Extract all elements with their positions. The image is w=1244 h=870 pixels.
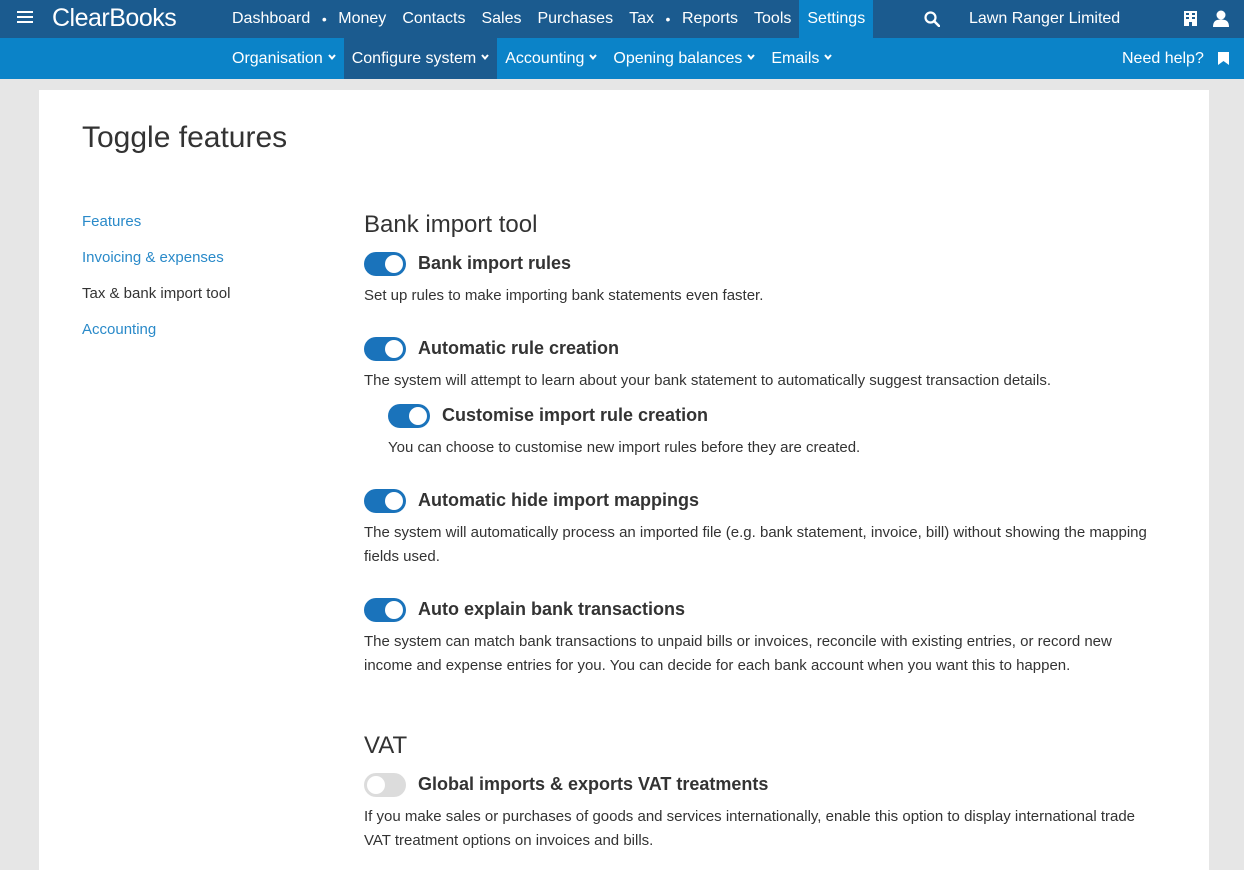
page-title: Toggle features: [82, 121, 288, 154]
feature-description: Set up rules to make importing bank stat…: [364, 287, 764, 304]
subnav-accounting[interactable]: Accounting: [497, 38, 605, 79]
user-icon[interactable]: [1213, 10, 1229, 27]
settings-subnav: Organisation Configure system Accounting…: [224, 38, 840, 79]
feature-title: Bank import rules: [418, 253, 572, 273]
feature-title: Customise import rule creation: [442, 405, 709, 425]
feature-categories-nav: Features Invoicing & expenses Tax & bank…: [82, 212, 322, 356]
toggle-switch[interactable]: [364, 598, 406, 622]
clearbooks-logo[interactable]: ClearBooks: [52, 4, 177, 33]
nav-money[interactable]: Money: [330, 0, 394, 38]
top-navigation-bar: ClearBooks Dashboard • Money Contacts Sa…: [0, 0, 1244, 38]
toggle-switch[interactable]: [364, 489, 406, 513]
feature-description: The system will automatically process an…: [364, 524, 1147, 565]
toggle-switch[interactable]: [388, 404, 430, 428]
chevron-down-icon: [824, 54, 833, 61]
toggle-switch[interactable]: [364, 773, 406, 797]
feature-description: You can choose to customise new import r…: [388, 439, 861, 456]
main-nav: Dashboard • Money Contacts Sales Purchas…: [224, 0, 874, 38]
menu-icon[interactable]: [17, 11, 33, 25]
nav-settings[interactable]: Settings: [799, 0, 874, 38]
feature-automatic-hide-import-mappings: Automatic hide import mappings The syste…: [364, 487, 1154, 565]
nav-tax[interactable]: Tax: [621, 0, 662, 38]
subnav-organisation[interactable]: Organisation: [224, 38, 344, 79]
sidebar-item-tax-bank-import[interactable]: Tax & bank import tool: [82, 284, 322, 320]
feature-title: Automatic hide import mappings: [418, 490, 700, 510]
need-help-link[interactable]: Need help?: [1122, 38, 1204, 80]
chevron-down-icon: [747, 54, 756, 61]
settings-subnav-bar: Organisation Configure system Accounting…: [0, 38, 1244, 79]
subnav-opening-balances[interactable]: Opening balances: [605, 38, 763, 79]
settings-card: Toggle features Features Invoicing & exp…: [39, 90, 1209, 870]
nav-separator-dot: •: [665, 11, 671, 27]
feature-automatic-rule-creation: Automatic rule creation The system will …: [364, 335, 1154, 389]
subnav-configure-system[interactable]: Configure system: [343, 38, 498, 79]
nav-contacts[interactable]: Contacts: [394, 0, 473, 38]
toggle-switch[interactable]: [364, 337, 406, 361]
chevron-down-icon: [589, 54, 598, 61]
search-icon[interactable]: [924, 11, 940, 27]
nav-separator-dot: •: [321, 11, 327, 27]
subnav-label: Opening balances: [613, 50, 743, 67]
subnav-emails[interactable]: Emails: [763, 38, 840, 79]
sidebar-item-features[interactable]: Features: [82, 212, 322, 248]
feature-description: The system can match bank transactions t…: [364, 633, 1112, 674]
bookmark-icon[interactable]: [1218, 52, 1229, 65]
nav-tools[interactable]: Tools: [746, 0, 799, 38]
sidebar-item-invoicing-expenses[interactable]: Invoicing & expenses: [82, 248, 322, 284]
feature-auto-explain-bank-transactions: Auto explain bank transactions The syste…: [364, 596, 1154, 674]
feature-description: If you make sales or purchases of goods …: [364, 808, 1136, 849]
feature-description: The system will attempt to learn about y…: [364, 372, 1052, 389]
building-icon[interactable]: [1184, 11, 1197, 26]
feature-customise-import-rule-creation: Customise import rule creation You can c…: [388, 402, 1154, 456]
section-title-bank-import: Bank import tool: [364, 211, 538, 238]
feature-title: Automatic rule creation: [418, 338, 620, 358]
section-title-vat: VAT: [364, 732, 408, 759]
nav-sales[interactable]: Sales: [473, 0, 529, 38]
feature-global-imports-exports-vat: Global imports & exports VAT treatments …: [364, 771, 1154, 849]
feature-title: Global imports & exports VAT treatments: [418, 774, 769, 794]
subnav-label: Configure system: [351, 50, 477, 67]
nav-reports[interactable]: Reports: [674, 0, 746, 38]
subnav-label: Organisation: [232, 50, 323, 67]
sidebar-item-accounting[interactable]: Accounting: [82, 320, 322, 356]
chevron-down-icon: [481, 54, 489, 61]
toggle-switch[interactable]: [364, 252, 406, 276]
feature-title: Auto explain bank transactions: [418, 599, 686, 619]
chevron-down-icon: [327, 54, 336, 61]
nav-purchases[interactable]: Purchases: [529, 0, 621, 38]
nav-dashboard[interactable]: Dashboard: [224, 0, 318, 38]
subnav-label: Emails: [771, 50, 820, 67]
subnav-label: Accounting: [505, 50, 585, 67]
company-name[interactable]: Lawn Ranger Limited: [969, 0, 1120, 38]
feature-bank-import-rules: Bank import rules Set up rules to make i…: [364, 250, 1154, 304]
